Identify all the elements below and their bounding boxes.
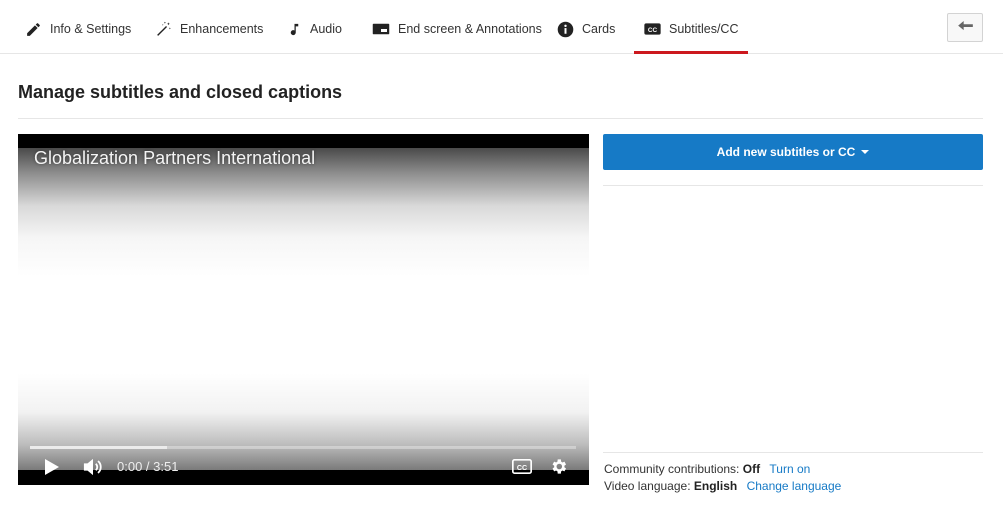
turn-on-link[interactable]: Turn on bbox=[769, 462, 810, 476]
video-title[interactable]: Globalization Partners International bbox=[34, 148, 315, 169]
play-button[interactable] bbox=[44, 458, 60, 481]
divider bbox=[603, 185, 983, 186]
language-label: Video language: bbox=[604, 479, 691, 493]
tab-bar: Info & Settings Enhancements Audio End s… bbox=[0, 0, 1003, 54]
language-value: English bbox=[693, 479, 738, 493]
tab-label: Cards bbox=[582, 22, 616, 36]
add-subtitles-button[interactable]: Add new subtitles or CC bbox=[603, 134, 983, 170]
tab-info-settings[interactable]: Info & Settings bbox=[25, 0, 131, 54]
captions-button[interactable]: CC bbox=[512, 459, 532, 479]
community-label: Community contributions: bbox=[604, 462, 740, 476]
caret-down-icon bbox=[861, 150, 870, 154]
add-subtitles-label: Add new subtitles or CC bbox=[716, 145, 856, 159]
tab-label: Enhancements bbox=[180, 22, 264, 36]
community-contributions-row: Community contributions: Off Turn on bbox=[604, 462, 810, 476]
tab-enhancements[interactable]: Enhancements bbox=[155, 0, 263, 54]
volume-button[interactable] bbox=[82, 457, 104, 482]
tab-cards[interactable]: Cards bbox=[557, 0, 615, 54]
tab-end-screen-annotations[interactable]: End screen & Annotations bbox=[372, 0, 542, 54]
tab-label: Info & Settings bbox=[50, 22, 132, 36]
cc-icon: CC bbox=[512, 459, 532, 478]
video-frame[interactable] bbox=[18, 148, 589, 470]
tab-audio[interactable]: Audio bbox=[287, 0, 342, 54]
svg-text:CC: CC bbox=[648, 27, 658, 34]
divider bbox=[603, 452, 983, 453]
svg-text:CC: CC bbox=[517, 464, 527, 472]
settings-button[interactable] bbox=[549, 457, 568, 481]
community-value: Off bbox=[742, 462, 761, 476]
volume-icon bbox=[82, 458, 104, 481]
divider bbox=[18, 118, 983, 119]
time-display: 0:00 / 3:51 bbox=[117, 459, 179, 474]
video-player[interactable]: Globalization Partners International 0:0… bbox=[18, 134, 589, 485]
music-note-icon bbox=[287, 21, 302, 38]
video-language-row: Video language: English Change language bbox=[604, 479, 841, 493]
magic-wand-icon bbox=[155, 21, 172, 38]
buffer-fill bbox=[30, 446, 167, 449]
tab-label: Audio bbox=[310, 22, 342, 36]
info-icon bbox=[557, 21, 574, 38]
page-title: Manage subtitles and closed captions bbox=[18, 82, 343, 102]
tab-label: Subtitles/CC bbox=[669, 22, 739, 36]
play-icon bbox=[44, 459, 60, 480]
back-arrow-icon bbox=[957, 19, 973, 37]
tab-subtitles-cc[interactable]: CC Subtitles/CC bbox=[633, 0, 750, 54]
back-button[interactable] bbox=[947, 13, 983, 42]
tab-label: End screen & Annotations bbox=[398, 22, 542, 36]
cc-icon: CC bbox=[644, 22, 661, 36]
gear-icon bbox=[549, 459, 568, 480]
progress-bar[interactable] bbox=[30, 446, 576, 449]
end-screen-icon bbox=[372, 22, 390, 36]
change-language-link[interactable]: Change language bbox=[747, 479, 842, 493]
pencil-icon bbox=[25, 21, 42, 38]
